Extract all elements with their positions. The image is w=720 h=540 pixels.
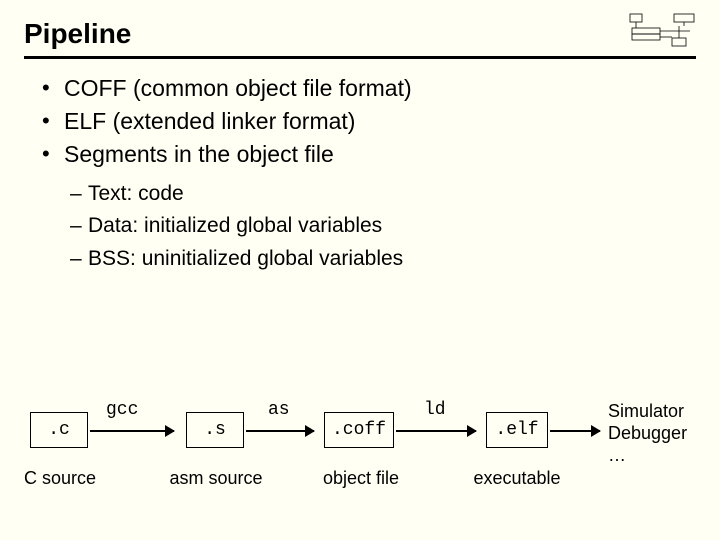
arrow-icon <box>246 430 314 432</box>
page-title: Pipeline <box>24 18 696 50</box>
tool-label-gcc: gcc <box>106 400 138 420</box>
arrow-icon <box>90 430 174 432</box>
sub-bullet-item: Data: initialized global variables <box>70 212 696 240</box>
slide: Pipeline COFF (common object file format… <box>0 0 720 540</box>
box-elf: .elf <box>486 412 548 448</box>
bullet-item: ELF (extended linker format) <box>42 106 696 137</box>
arrow-icon <box>550 430 600 432</box>
end-label-ellipsis: … <box>608 444 626 467</box>
box-s: .s <box>186 412 244 448</box>
pipeline-diagram: .c .s .coff .elf gcc as ld C source asm … <box>18 394 698 504</box>
sub-bullet-item: Text: code <box>70 180 696 208</box>
tool-label-as: as <box>268 400 290 420</box>
caption-object-file: object file <box>306 468 416 489</box>
arrow-icon <box>396 430 476 432</box>
sub-bullet-item: BSS: uninitialized global variables <box>70 245 696 273</box>
bullet-list: COFF (common object file format) ELF (ex… <box>24 73 696 170</box>
header: Pipeline <box>24 18 696 59</box>
sub-bullet-list: Text: code Data: initialized global vari… <box>24 180 696 273</box>
caption-asm-source: asm source <box>156 468 276 489</box>
end-label-simulator: Simulator <box>608 400 684 423</box>
caption-c-source: C source <box>12 468 108 489</box>
bullet-item: Segments in the object file <box>42 139 696 170</box>
tool-label-ld: ld <box>424 400 446 420</box>
box-coff: .coff <box>324 412 394 448</box>
system-diagram-icon <box>628 12 698 57</box>
caption-executable: executable <box>462 468 572 489</box>
end-label-debugger: Debugger <box>608 422 687 445</box>
box-c: .c <box>30 412 88 448</box>
bullet-item: COFF (common object file format) <box>42 73 696 104</box>
